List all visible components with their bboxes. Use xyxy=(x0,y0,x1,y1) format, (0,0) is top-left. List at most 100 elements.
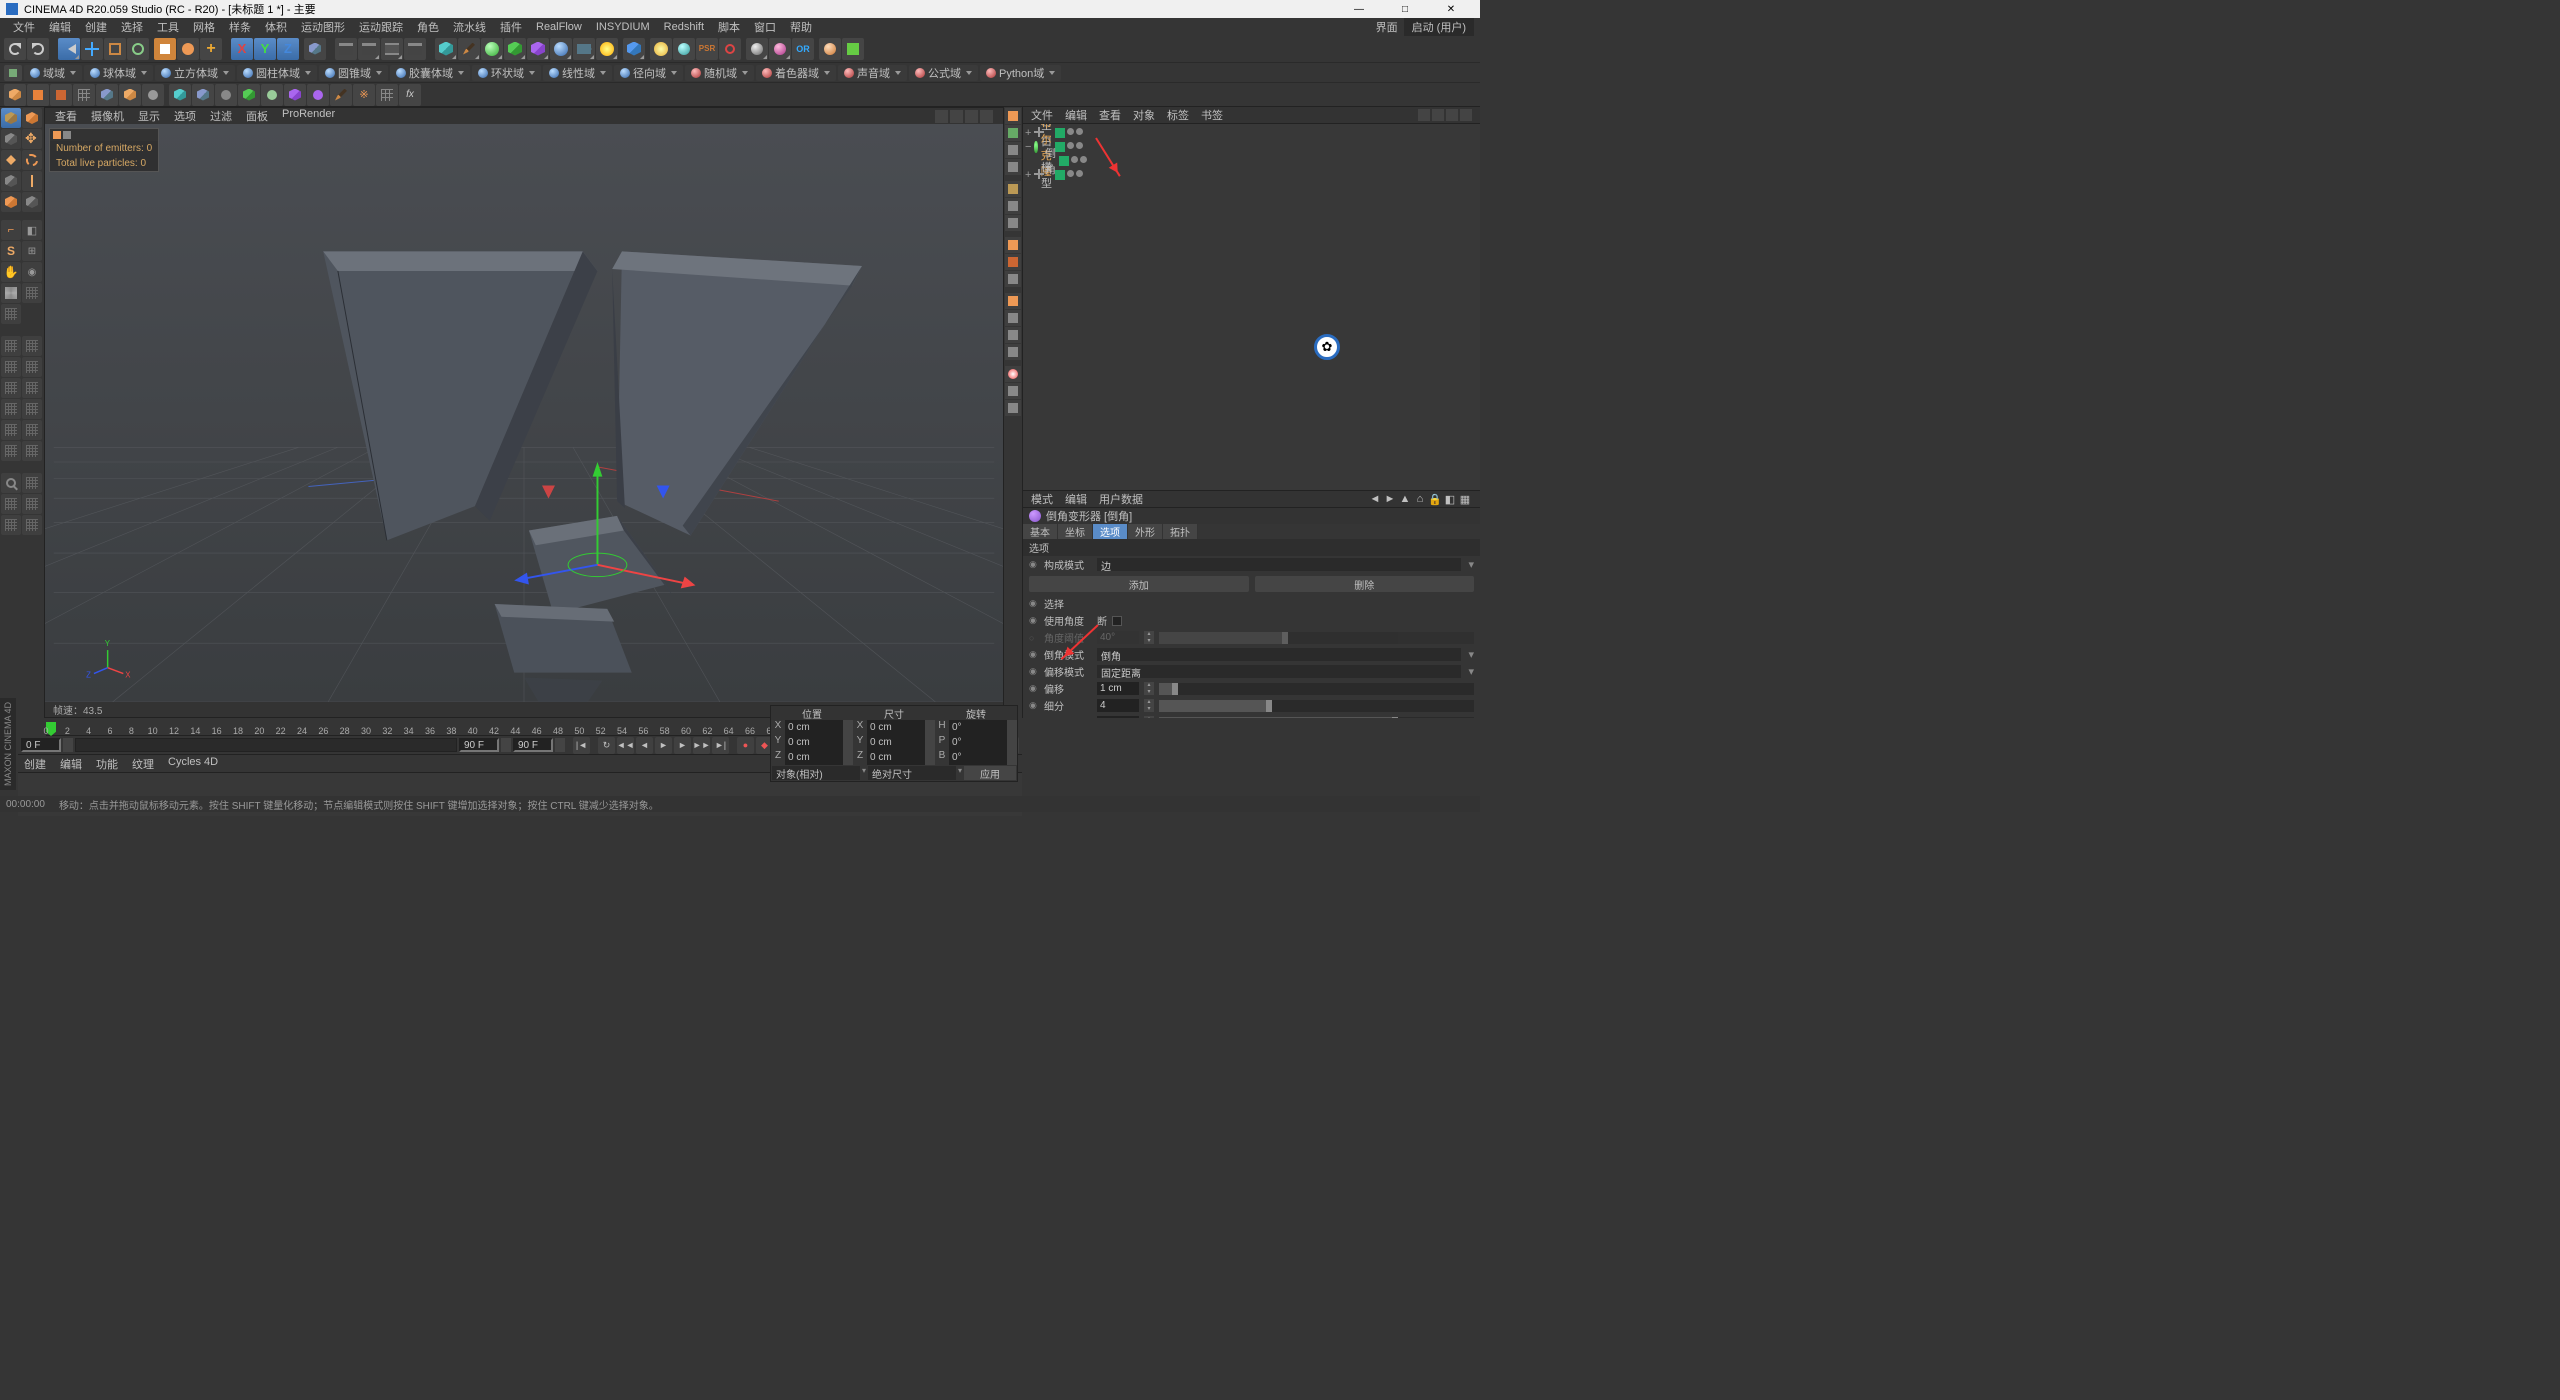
select-tool[interactable] xyxy=(58,38,80,60)
render-region[interactable] xyxy=(358,38,380,60)
vp-zoom-icon[interactable] xyxy=(950,110,963,123)
loop-toggle[interactable]: ↻ xyxy=(598,737,615,754)
field-随机域[interactable]: 随机域 xyxy=(685,65,754,81)
light-bulb[interactable] xyxy=(650,38,672,60)
rs-5[interactable] xyxy=(1005,181,1021,197)
t3-fx[interactable]: fx xyxy=(399,84,421,106)
x-axis-lock[interactable]: X xyxy=(231,38,253,60)
point-mode[interactable] xyxy=(1,150,21,170)
coord-mode-2[interactable]: 绝对尺寸 xyxy=(868,766,956,780)
vp-menu-查看[interactable]: 查看 xyxy=(55,108,77,124)
rs-6[interactable] xyxy=(1005,198,1021,214)
objmgr-close-icon[interactable] xyxy=(1460,109,1472,121)
texture-mode[interactable] xyxy=(22,108,42,128)
volume-object[interactable] xyxy=(623,38,645,60)
goto-start[interactable]: |◄ xyxy=(573,737,590,754)
menu-编辑[interactable]: 编辑 xyxy=(42,18,78,35)
t3-3[interactable] xyxy=(50,84,72,106)
input-offset[interactable] xyxy=(1097,682,1139,695)
deformer[interactable] xyxy=(527,38,549,60)
menu-帮助[interactable]: 帮助 xyxy=(783,18,819,35)
field-圆锥域[interactable]: 圆锥域 xyxy=(319,65,388,81)
hand-tool[interactable]: ✋ xyxy=(1,262,21,282)
menu-角色[interactable]: 角色 xyxy=(410,18,446,35)
field-域域[interactable]: 域域 xyxy=(24,65,82,81)
t3-13[interactable] xyxy=(284,84,306,106)
circle-button[interactable] xyxy=(177,38,199,60)
m5[interactable] xyxy=(1,515,21,535)
wp-tool[interactable] xyxy=(1,304,21,324)
t3-10[interactable] xyxy=(215,84,237,106)
rs-3[interactable] xyxy=(1005,142,1021,158)
m1[interactable] xyxy=(1,473,21,493)
t3-17[interactable] xyxy=(376,84,398,106)
end-spin[interactable] xyxy=(501,738,511,752)
menu-网格[interactable]: 网格 xyxy=(186,18,222,35)
spinner-subdiv[interactable]: ▴▾ xyxy=(1144,699,1154,712)
attr-home[interactable]: ⌂ xyxy=(1413,493,1427,505)
objmgr-layout-icon[interactable] xyxy=(1446,109,1458,121)
input-subdiv[interactable] xyxy=(1097,699,1139,712)
attr-new[interactable]: ◧ xyxy=(1443,493,1457,505)
rs-4[interactable] xyxy=(1005,159,1021,175)
field-Python域[interactable]: Python域 xyxy=(980,65,1061,81)
generator-array[interactable] xyxy=(504,38,526,60)
edge-mode[interactable] xyxy=(1,171,21,191)
t3-16[interactable]: ※ xyxy=(353,84,375,106)
rs-17[interactable] xyxy=(1005,400,1021,416)
menu-文件[interactable]: 文件 xyxy=(6,18,42,35)
attr-tab-选项[interactable]: 选项 xyxy=(1093,524,1128,539)
t3-5[interactable] xyxy=(96,84,118,106)
step-back[interactable]: ◄ xyxy=(636,737,653,754)
vp-menu-过滤[interactable]: 过滤 xyxy=(210,108,232,124)
objmgr-path-icon[interactable] xyxy=(1432,109,1444,121)
rs-9[interactable] xyxy=(1005,254,1021,270)
rs-11[interactable] xyxy=(1005,293,1021,309)
menu-选择[interactable]: 选择 xyxy=(114,18,150,35)
field-圆柱体域[interactable]: 圆柱体域 xyxy=(237,65,317,81)
vp-pan-icon[interactable] xyxy=(935,110,948,123)
snap-d[interactable]: ⊞ xyxy=(22,241,42,261)
field-线性域[interactable]: 线性域 xyxy=(543,65,612,81)
mat-menu-Cycles 4D[interactable]: Cycles 4D xyxy=(168,756,218,772)
attr-prev[interactable]: ◄ xyxy=(1368,493,1382,505)
end-frame-2[interactable] xyxy=(513,738,553,752)
char-button[interactable] xyxy=(819,38,841,60)
minimize-button[interactable]: — xyxy=(1336,0,1382,18)
snap-a[interactable]: ⌐ xyxy=(1,220,21,240)
attr-tab-外形[interactable]: 外形 xyxy=(1128,524,1163,539)
tex-tool[interactable] xyxy=(1,283,21,303)
coord-mode-1[interactable]: 对象(相对) xyxy=(772,766,860,780)
menu-Redshift[interactable]: Redshift xyxy=(657,18,711,35)
range-track[interactable] xyxy=(75,738,457,752)
y-axis-lock[interactable]: Y xyxy=(254,38,276,60)
rs-12[interactable] xyxy=(1005,310,1021,326)
objmgr-search-icon[interactable] xyxy=(1418,109,1430,121)
prev-key[interactable]: ◄◄ xyxy=(617,737,634,754)
record-button[interactable]: ● xyxy=(737,737,754,754)
z-axis-lock[interactable]: Z xyxy=(277,38,299,60)
attr-menu-用户数据[interactable]: 用户数据 xyxy=(1099,491,1143,507)
rs-15[interactable] xyxy=(1005,366,1021,382)
keyframe-button[interactable] xyxy=(719,38,741,60)
attr-layout[interactable]: ▦ xyxy=(1458,493,1472,505)
attr-menu-模式[interactable]: 模式 xyxy=(1031,491,1053,507)
menu-体积[interactable]: 体积 xyxy=(258,18,294,35)
end2-spin[interactable] xyxy=(555,738,565,752)
rs-14[interactable] xyxy=(1005,344,1021,360)
objmgr-menu-查看[interactable]: 查看 xyxy=(1099,107,1121,123)
layout-dropdown[interactable]: 启动 (用户) xyxy=(1404,18,1474,36)
t3-2[interactable] xyxy=(27,84,49,106)
last-tool[interactable] xyxy=(154,38,176,60)
field-公式域[interactable]: 公式域 xyxy=(909,65,978,81)
environment[interactable] xyxy=(550,38,572,60)
menu-INSYDIUM[interactable]: INSYDIUM xyxy=(589,18,657,35)
undo-button[interactable] xyxy=(4,38,26,60)
rs-13[interactable] xyxy=(1005,327,1021,343)
hand-sub[interactable]: ◉ xyxy=(22,262,42,282)
scale-tool[interactable] xyxy=(104,38,126,60)
menu-脚本[interactable]: 脚本 xyxy=(711,18,747,35)
edge-sub[interactable] xyxy=(22,171,42,191)
input-depth[interactable] xyxy=(1097,716,1139,718)
snap-c[interactable]: S xyxy=(1,241,21,261)
